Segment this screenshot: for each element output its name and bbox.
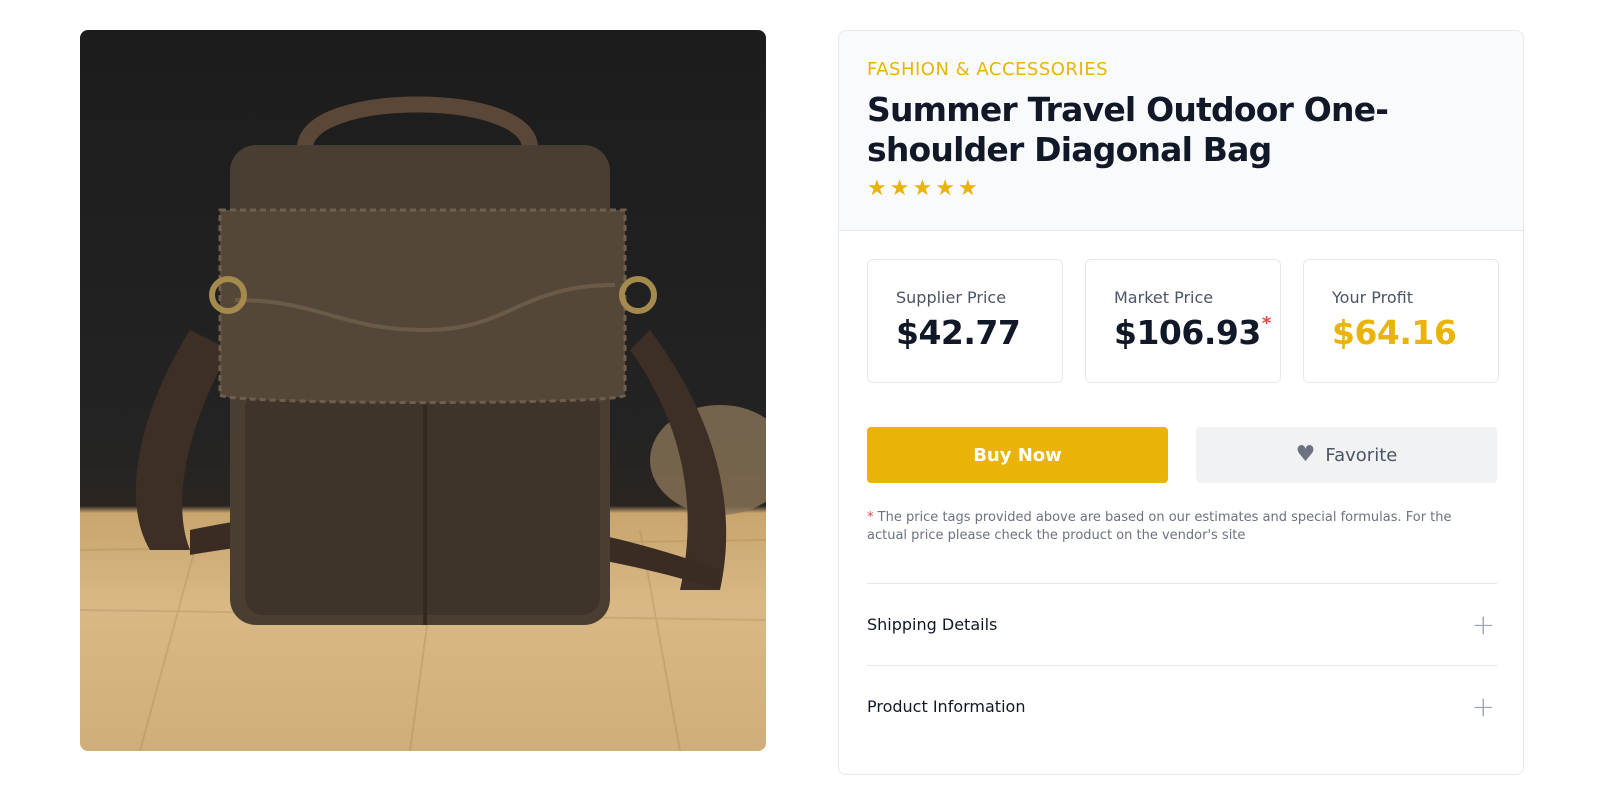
market-price-label: Market Price — [1114, 288, 1214, 307]
accordion-shipping-details[interactable]: Shipping Details + — [867, 583, 1497, 665]
bag-illustration — [80, 96, 766, 751]
market-price-value-wrap: $106.93* — [1114, 313, 1280, 352]
plus-icon[interactable]: + — [1472, 690, 1495, 723]
star-icon: ★ — [957, 176, 978, 201]
supplier-price-label: Supplier Price — [896, 288, 1007, 307]
product-category[interactable]: FASHION & ACCESSORIES — [867, 59, 1495, 80]
product-image[interactable] — [80, 30, 766, 751]
star-icon: ★ — [889, 176, 910, 201]
accordion-product-information[interactable]: Product Information + — [867, 665, 1497, 747]
disclaimer-asterisk: * — [867, 510, 874, 525]
product-page: FASHION & ACCESSORIES Summer Travel Outd… — [0, 0, 1600, 785]
price-disclaimer: * The price tags provided above are base… — [867, 509, 1493, 545]
product-title: Summer Travel Outdoor One-shoulder Diago… — [867, 90, 1389, 169]
star-icon: ★ — [867, 176, 887, 201]
disclaimer-text: The price tags provided above are based … — [867, 510, 1452, 543]
accordion-label: Product Information — [867, 697, 1026, 716]
star-icon: ★ — [935, 176, 955, 201]
product-header: FASHION & ACCESSORIES Summer Travel Outd… — [839, 31, 1523, 231]
star-icon: ★ — [912, 176, 933, 201]
accordion-label: Shipping Details — [867, 615, 998, 634]
rating-stars: ★ ★ ★ ★ ★ — [867, 178, 1495, 200]
market-price-value: $106.93 — [1114, 313, 1261, 352]
action-buttons: Buy Now ♥ Favorite — [867, 427, 1497, 483]
supplier-price-card: Supplier Price $42.77 — [867, 259, 1063, 383]
supplier-price-value: $42.77 — [896, 313, 1021, 352]
buy-now-button[interactable]: Buy Now — [867, 427, 1168, 483]
profit-card: Your Profit $64.16 — [1303, 259, 1499, 383]
profit-value: $64.16 — [1332, 313, 1457, 352]
profit-label: Your Profit — [1332, 288, 1413, 307]
market-price-card: Market Price $106.93* — [1085, 259, 1281, 383]
favorite-button[interactable]: ♥ Favorite — [1196, 427, 1497, 483]
product-details-panel: FASHION & ACCESSORIES Summer Travel Outd… — [838, 30, 1524, 775]
favorite-label: Favorite — [1325, 444, 1398, 466]
heart-icon: ♥ — [1295, 442, 1316, 467]
plus-icon[interactable]: + — [1472, 608, 1495, 641]
price-cards: Supplier Price $42.77 Market Price $106.… — [867, 259, 1499, 383]
market-price-asterisk: * — [1261, 313, 1271, 334]
